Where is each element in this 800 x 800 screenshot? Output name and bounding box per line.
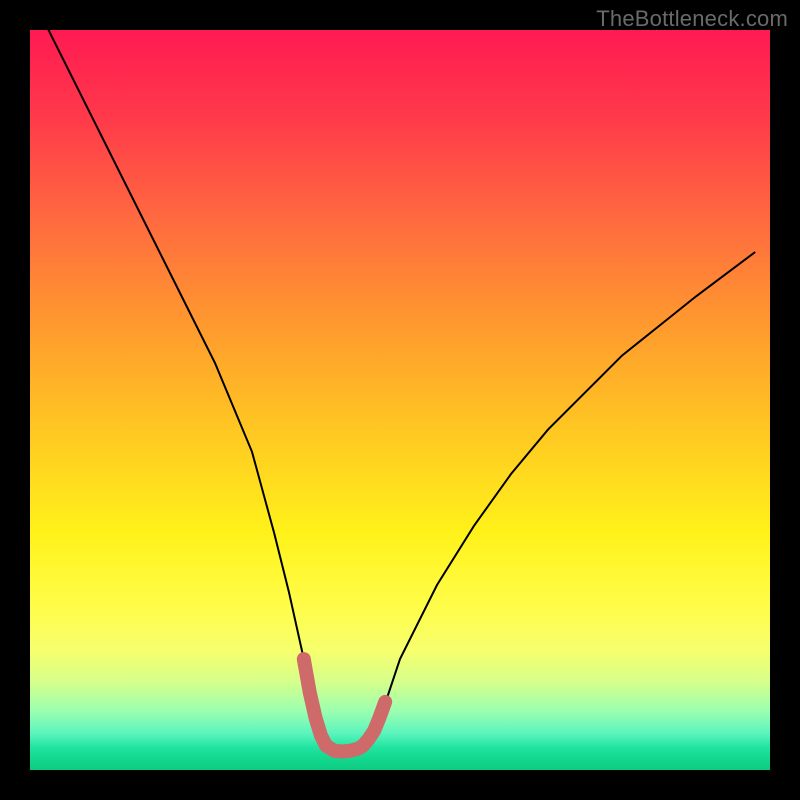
plot-area bbox=[30, 30, 770, 770]
chart-frame: TheBottleneck.com bbox=[0, 0, 800, 800]
chart-svg bbox=[30, 30, 770, 770]
valley-highlight bbox=[304, 659, 385, 752]
watermark-text: TheBottleneck.com bbox=[596, 6, 788, 32]
bottleneck-curve bbox=[45, 23, 755, 752]
